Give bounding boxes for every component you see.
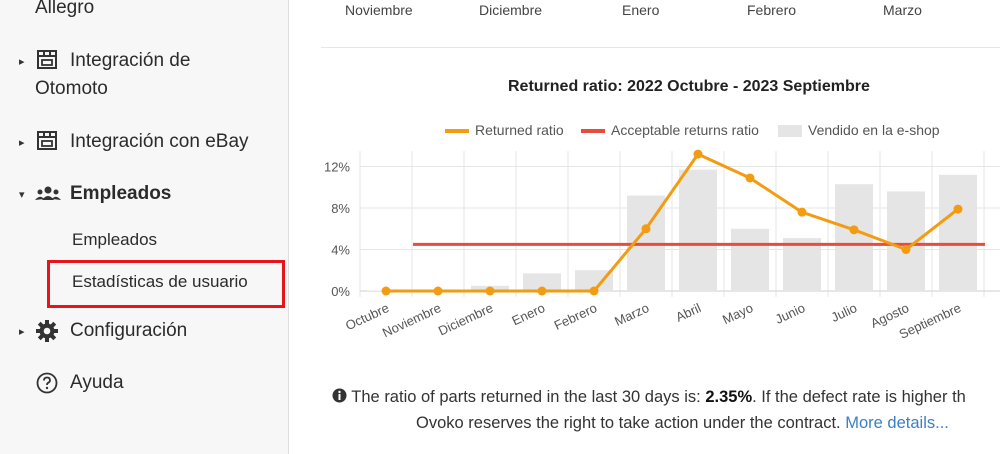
store-icon (36, 131, 58, 156)
x-tick-label: Abril (673, 300, 703, 325)
nav-item-otomoto-label-2[interactable]: Otomoto (35, 78, 108, 100)
legend-item-acceptable[interactable]: Acceptable returns ratio (581, 122, 759, 138)
returned-ratio-point (641, 224, 651, 234)
gear-icon (36, 320, 58, 347)
bar-vendido (679, 169, 717, 291)
top-month-label: Marzo (883, 2, 922, 18)
nav-item-otomoto-label-1[interactable]: Integración de (70, 50, 190, 72)
returned-ratio-point (953, 204, 963, 214)
y-tick-label: 0% (331, 284, 350, 299)
returned-ratio-point (381, 286, 391, 296)
x-tick-label: Diciembre (436, 300, 495, 338)
nav-item-ebay[interactable]: Integración con eBay (70, 131, 249, 153)
nav-item-allegro[interactable]: Allegro (35, 0, 94, 19)
legend-label-vendido: Vendido en la e-shop (808, 122, 940, 138)
info-line-2: Ovoko reserves the right to take action … (416, 414, 949, 433)
top-month-label: Febrero (747, 2, 797, 18)
bar-vendido (731, 228, 769, 291)
users-icon (34, 184, 62, 209)
chevron-right-icon[interactable]: ▸ (19, 136, 25, 149)
legend-label-returned: Returned ratio (475, 122, 564, 138)
y-tick-label: 8% (331, 201, 350, 216)
legend-item-returned[interactable]: Returned ratio (445, 122, 564, 138)
info-text-prefix: The ratio of parts returned in the last … (351, 388, 706, 406)
legend-swatch-vendido (778, 125, 802, 138)
more-details-link[interactable]: More details... (845, 414, 949, 432)
nav-item-empleados[interactable]: Empleados (70, 183, 171, 205)
y-tick-label: 12% (324, 160, 350, 175)
returned-ratio-point (849, 225, 859, 235)
info-contract-text: Ovoko reserves the right to take action … (416, 414, 846, 432)
x-tick-label: Julio (829, 300, 860, 325)
returned-ratio-point (901, 245, 911, 255)
top-month-label: Noviembre (345, 2, 413, 18)
returned-ratio-point (589, 286, 599, 296)
legend-swatch-returned (445, 129, 469, 134)
legend-label-acceptable: Acceptable returns ratio (611, 122, 759, 138)
help-icon (36, 372, 58, 399)
top-month-label: Enero (622, 2, 660, 18)
x-tick-label: Marzo (612, 300, 651, 329)
bar-vendido (939, 174, 977, 291)
returned-ratio-point (797, 207, 807, 217)
nav-item-ayuda[interactable]: Ayuda (70, 372, 124, 394)
chevron-right-icon[interactable]: ▸ (19, 55, 25, 68)
info-ratio-value: 2.35% (705, 388, 753, 406)
legend-swatch-acceptable (581, 129, 605, 134)
info-line-1: The ratio of parts returned in the last … (332, 388, 966, 407)
x-tick-label: Febrero (552, 300, 600, 333)
subnav-item-empleados[interactable]: Empleados (72, 230, 157, 250)
x-tick-label: Junio (773, 300, 808, 327)
y-tick-label: 4% (331, 243, 350, 258)
returned-ratio-point (537, 286, 547, 296)
returned-ratio-point (485, 286, 495, 296)
x-tick-label: Mayo (720, 300, 755, 327)
store-icon (36, 50, 58, 75)
top-month-label: Diciembre (479, 2, 543, 18)
bar-vendido (783, 238, 821, 291)
chevron-right-icon[interactable]: ▸ (19, 325, 25, 338)
returned-ratio-chart: 0%4%8%12%OctubreNoviembreDiciembre Enero F… (324, 149, 1000, 342)
returned-ratio-point (745, 173, 755, 183)
highlight-box (47, 260, 285, 308)
sidebar: Allegro ▸ Integración de Otomoto ▸ Integ… (0, 0, 289, 454)
info-text-suffix: . If the defect rate is higher th (752, 388, 966, 406)
bar-vendido (887, 191, 925, 291)
legend-item-vendido[interactable]: Vendido en la e-shop (778, 122, 940, 138)
chart-title: Returned ratio: 2022 Octubre - 2023 Sept… (508, 78, 870, 95)
returned-ratio-point (433, 286, 443, 296)
nav-item-configuracion[interactable]: Configuración (70, 320, 187, 342)
x-tick-label: Enero (509, 300, 547, 328)
info-circle-icon (332, 388, 351, 406)
bar-vendido (835, 184, 873, 291)
returned-ratio-point (693, 149, 703, 159)
x-tick-label: Noviembre (380, 300, 443, 340)
main-content: Noviembre Diciembre Enero Febrero Marzo … (289, 0, 1000, 454)
chevron-down-icon[interactable]: ▾ (19, 188, 25, 201)
section-divider (321, 47, 1000, 48)
